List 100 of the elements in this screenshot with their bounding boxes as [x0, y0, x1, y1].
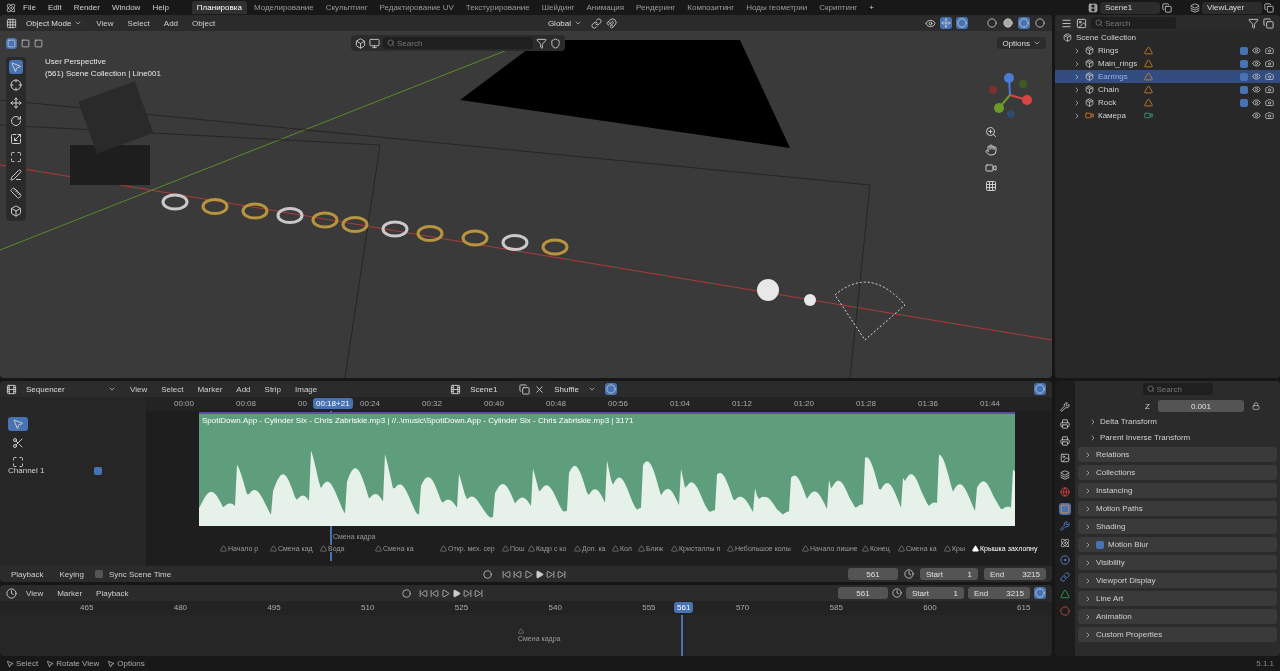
- scene-field[interactable]: Scene1: [1100, 1, 1160, 14]
- outliner-item[interactable]: Chain: [1098, 85, 1140, 94]
- link-icon[interactable]: [591, 17, 602, 29]
- globe-tab[interactable]: [1059, 486, 1071, 498]
- square-tab[interactable]: [1059, 503, 1071, 515]
- workspace-tab[interactable]: Композитинг: [682, 1, 740, 14]
- annotate-tool-button[interactable]: [9, 168, 23, 182]
- zoom-icon[interactable]: [985, 126, 997, 138]
- shading-mode-button[interactable]: [1002, 17, 1014, 29]
- render-icon[interactable]: [1265, 46, 1274, 55]
- visibility-icon[interactable]: [1252, 85, 1261, 94]
- visibility-icon[interactable]: [1252, 111, 1261, 120]
- object-type-icon[interactable]: [355, 37, 366, 49]
- panel-header[interactable]: Shading: [1078, 519, 1277, 534]
- workspace-tab[interactable]: Текстурирование: [460, 1, 535, 14]
- render-icon[interactable]: [1265, 85, 1274, 94]
- select-extend-icon[interactable]: [21, 38, 30, 48]
- display-mode-icon[interactable]: [1076, 17, 1087, 29]
- printer-tab[interactable]: [1059, 418, 1071, 430]
- view-layer-field[interactable]: ViewLayer: [1202, 1, 1262, 14]
- display-icon[interactable]: [369, 37, 380, 49]
- start-frame-field[interactable]: Start 1: [920, 568, 978, 580]
- menu-item[interactable]: Object: [187, 16, 221, 30]
- end-frame-field[interactable]: End 3215: [968, 587, 1030, 599]
- menu-item[interactable]: Window: [106, 1, 146, 14]
- previous-keyframe-icon[interactable]: [429, 588, 439, 598]
- close-icon[interactable]: [534, 383, 546, 395]
- add-cube-tool-button[interactable]: [9, 204, 23, 218]
- editor-type-icon[interactable]: [6, 587, 17, 599]
- shield-icon[interactable]: [550, 37, 561, 49]
- panel-header[interactable]: Motion Paths: [1078, 501, 1277, 516]
- next-keyframe-icon[interactable]: [462, 588, 472, 598]
- panel-header[interactable]: Relations: [1078, 447, 1277, 462]
- previous-keyframe-icon[interactable]: [513, 569, 523, 579]
- measure-tool-button[interactable]: [9, 186, 23, 200]
- panel-header[interactable]: Animation: [1078, 609, 1277, 624]
- transform-tool-button[interactable]: [9, 150, 23, 164]
- view-toggle[interactable]: [1034, 587, 1046, 599]
- menu-item[interactable]: Add: [231, 382, 256, 396]
- workspace-tab[interactable]: Ноды геометрии: [741, 1, 813, 14]
- outliner-item[interactable]: Scene Collection: [1076, 33, 1137, 42]
- menu-item[interactable]: Edit: [42, 1, 67, 14]
- next-keyframe-icon[interactable]: [546, 569, 556, 579]
- outliner-item[interactable]: Камера: [1098, 111, 1140, 120]
- record-icon[interactable]: [401, 588, 411, 598]
- magnet-icon[interactable]: [606, 17, 617, 29]
- frame-field[interactable]: 561: [848, 568, 898, 580]
- workspace-tab[interactable]: Планировка: [191, 1, 247, 14]
- editor-type-icon[interactable]: [6, 383, 17, 395]
- value-field[interactable]: 0.001: [1157, 400, 1244, 412]
- workspace-tab[interactable]: Рендеринг: [631, 1, 681, 14]
- select-subtract-icon[interactable]: [34, 38, 43, 48]
- menu-item[interactable]: Marker: [52, 586, 88, 600]
- editor-type-icon[interactable]: [1061, 17, 1072, 29]
- menu-item[interactable]: Playback: [6, 567, 49, 581]
- editor-type-icon[interactable]: [6, 17, 17, 29]
- playhead-label[interactable]: 00:18+21: [313, 398, 353, 409]
- menu-item[interactable]: Render: [68, 1, 105, 14]
- gizmo-toggle[interactable]: [940, 17, 952, 29]
- menu-item[interactable]: File: [18, 1, 41, 14]
- visibility-icon[interactable]: [1252, 72, 1261, 81]
- panel-header[interactable]: Line Art: [1078, 591, 1277, 606]
- menu-item[interactable]: View: [91, 16, 119, 30]
- render-icon[interactable]: [1265, 98, 1274, 107]
- play-reverse-icon[interactable]: [524, 569, 534, 579]
- outliner-item[interactable]: Rings: [1098, 46, 1140, 55]
- subpanel-header[interactable]: Parent Inverse Transform: [1100, 433, 1191, 442]
- exclude-checkbox[interactable]: [1240, 72, 1248, 81]
- workspace-tab[interactable]: Скриптинг: [814, 1, 863, 14]
- visibility-icon[interactable]: [925, 17, 936, 29]
- search-field[interactable]: Search: [1091, 17, 1176, 29]
- grid-icon[interactable]: [985, 180, 997, 192]
- workspace-tab[interactable]: Редактирование UV: [374, 1, 459, 14]
- exclude-checkbox[interactable]: [1240, 98, 1248, 107]
- outliner-item[interactable]: Main_rings: [1098, 59, 1140, 68]
- play-icon[interactable]: [535, 569, 545, 579]
- menu-item[interactable]: Image: [290, 382, 323, 396]
- jump-start-icon[interactable]: [502, 569, 512, 579]
- select-box-button[interactable]: [6, 37, 17, 49]
- menu-item[interactable]: Help: [147, 1, 174, 14]
- select-tool-button[interactable]: [9, 60, 23, 74]
- copy-icon[interactable]: [1162, 2, 1172, 13]
- panel-header[interactable]: Visibility: [1078, 555, 1277, 570]
- view-toggle[interactable]: [1034, 383, 1046, 395]
- menu-item[interactable]: Playback: [91, 586, 134, 600]
- render-icon[interactable]: [1265, 111, 1274, 120]
- play-icon[interactable]: [451, 588, 461, 598]
- copy-icon[interactable]: [1264, 2, 1274, 13]
- panel-header[interactable]: Instancing: [1078, 483, 1277, 498]
- workspace-tab[interactable]: Шейдинг: [536, 1, 580, 14]
- visibility-icon[interactable]: [1252, 46, 1261, 55]
- exclude-checkbox[interactable]: [1240, 59, 1248, 68]
- panel-header[interactable]: Viewport Display: [1078, 573, 1277, 588]
- move-tool-button[interactable]: [9, 96, 23, 110]
- workspace-tab[interactable]: Моделирование: [248, 1, 319, 14]
- camera-view-icon[interactable]: [985, 162, 997, 174]
- menu-item[interactable]: Select: [122, 16, 155, 30]
- exclude-checkbox[interactable]: [1240, 85, 1248, 94]
- start-frame-field[interactable]: Start 1: [906, 587, 964, 599]
- rotate-tool-button[interactable]: [9, 114, 23, 128]
